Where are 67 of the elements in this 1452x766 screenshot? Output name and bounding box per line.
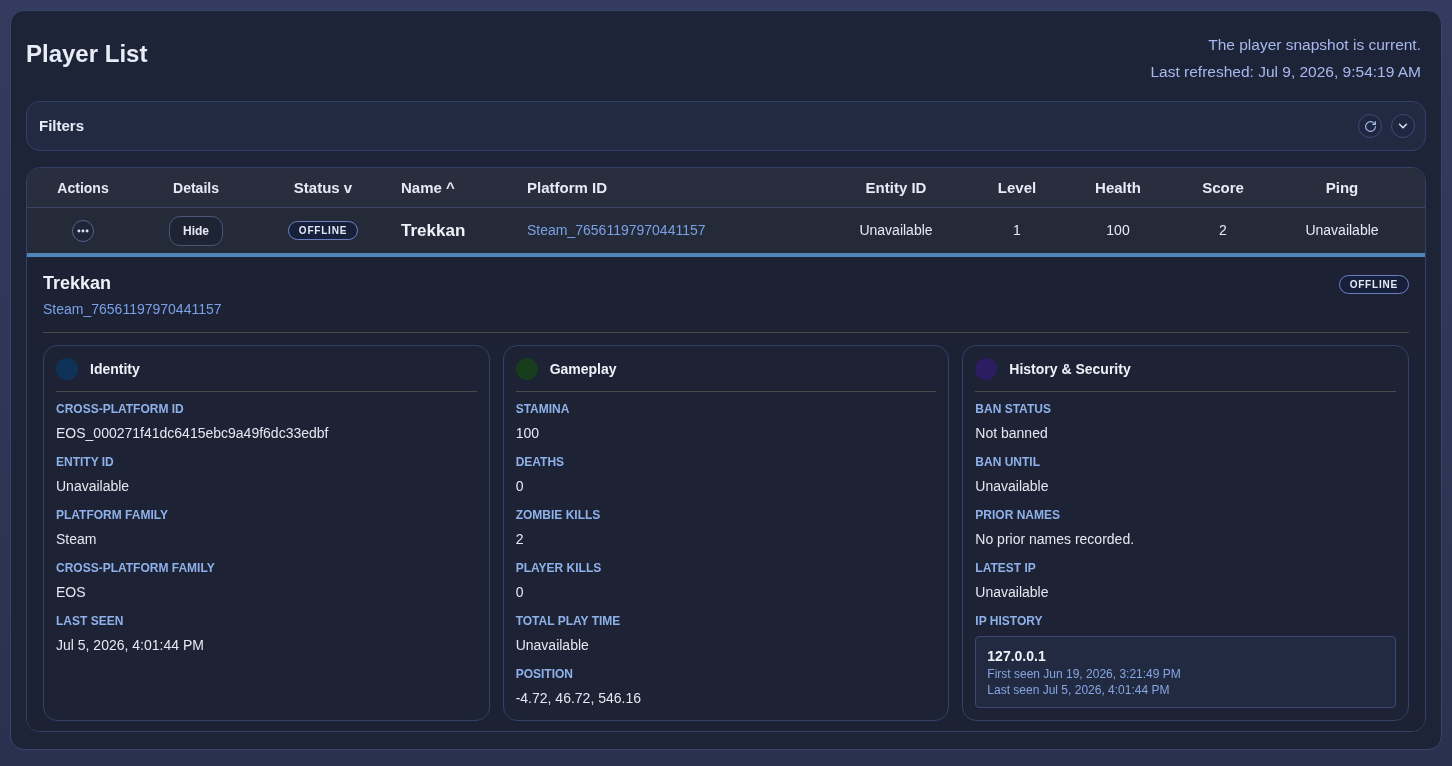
field-value: -4.72, 46.72, 546.16 xyxy=(515,689,642,708)
more-actions-button[interactable] xyxy=(72,219,94,242)
field-value: No prior names recorded. xyxy=(975,530,1136,549)
snapshot-status-text: The player snapshot is current. xyxy=(1208,35,1421,55)
platform-id-link[interactable]: Steam_76561197970441157 xyxy=(527,222,706,238)
hide-details-button[interactable]: Hide xyxy=(169,215,223,246)
field-value: Unavailable xyxy=(515,636,590,655)
column-header[interactable]: Actions xyxy=(57,179,109,196)
field-value: Not banned xyxy=(975,424,1049,443)
snapshot-status-text: Last refreshed: Jul 9, 2026, 9:54:19 AM xyxy=(1150,62,1421,82)
field-value: 0 xyxy=(515,583,525,602)
score-cell: 2 xyxy=(1219,222,1227,238)
field-value: EOS xyxy=(56,583,87,602)
card-title: History & Security xyxy=(1009,360,1131,379)
level-cell: 1 xyxy=(1013,222,1021,238)
field-label: PRIOR NAMES xyxy=(975,507,1061,523)
field-label: ZOMBIE KILLS xyxy=(515,507,602,523)
entity-id-cell: Unavailable xyxy=(859,222,933,238)
field-value: Jul 5, 2026, 4:01:44 PM xyxy=(56,636,205,655)
filters-title: Filters xyxy=(39,115,84,136)
field-label: LAST SEEN xyxy=(56,613,125,629)
field-value: 0 xyxy=(515,477,525,496)
last-seen-text: Last seen Jul 5, 2026, 4:01:44 PM xyxy=(987,682,1171,698)
column-header[interactable]: Status v xyxy=(293,178,353,196)
column-header[interactable]: Level xyxy=(997,178,1037,196)
column-header[interactable]: Details xyxy=(173,179,219,196)
status-badge: OFFLINE xyxy=(287,221,359,240)
player-name-cell: Trekkan xyxy=(401,220,466,240)
field-label: POSITION xyxy=(515,666,574,682)
field-label: TOTAL PLAY TIME xyxy=(515,613,622,629)
refresh-button[interactable] xyxy=(1358,114,1382,138)
field-value: EOS_000271f41dc6415ebc9a49f6dc33edbf xyxy=(56,424,330,443)
expand-filters-button[interactable] xyxy=(1391,114,1415,138)
detail-platform-id-link[interactable]: Steam_76561197970441157 xyxy=(43,299,222,319)
detail-player-name: Trekkan xyxy=(43,272,113,295)
column-header[interactable]: Entity ID xyxy=(865,178,927,196)
page-title: Player List xyxy=(26,39,148,69)
card-title: Gameplay xyxy=(549,360,617,379)
field-label: ENTITY ID xyxy=(56,454,115,470)
status-badge: OFFLINE xyxy=(1338,275,1409,294)
field-label: PLATFORM FAMILY xyxy=(56,507,169,523)
field-value: 2 xyxy=(515,530,525,549)
field-label: LATEST IP xyxy=(975,560,1037,576)
field-value: Unavailable xyxy=(975,477,1050,496)
field-label: BAN UNTIL xyxy=(975,454,1041,470)
field-label: CROSS-PLATFORM FAMILY xyxy=(56,560,216,576)
column-header[interactable]: Score xyxy=(1202,178,1244,196)
first-seen-text: First seen Jun 19, 2026, 3:21:49 PM xyxy=(987,666,1182,682)
field-label: PLAYER KILLS xyxy=(515,560,603,576)
column-header[interactable]: Ping xyxy=(1325,178,1359,196)
field-label: DEATHS xyxy=(515,454,566,470)
field-value: Unavailable xyxy=(56,477,131,496)
column-header[interactable]: Name ^ xyxy=(401,178,455,196)
field-value: Unavailable xyxy=(975,583,1050,602)
refresh-icon xyxy=(1363,119,1377,133)
field-label: IP HISTORY xyxy=(975,613,1044,629)
field-label: STAMINA xyxy=(515,401,571,417)
card-title: Identity xyxy=(90,360,140,379)
ping-cell: Unavailable xyxy=(1305,222,1379,238)
field-label: CROSS-PLATFORM ID xyxy=(56,401,185,417)
field-value: 100 xyxy=(515,424,540,443)
health-cell: 100 xyxy=(1106,222,1130,238)
column-header[interactable]: Platform ID xyxy=(527,178,607,196)
ip-address: 127.0.0.1 xyxy=(987,647,1047,666)
field-value: Steam xyxy=(56,530,98,549)
column-header[interactable]: Health xyxy=(1095,178,1141,196)
field-label: BAN STATUS xyxy=(975,401,1052,417)
